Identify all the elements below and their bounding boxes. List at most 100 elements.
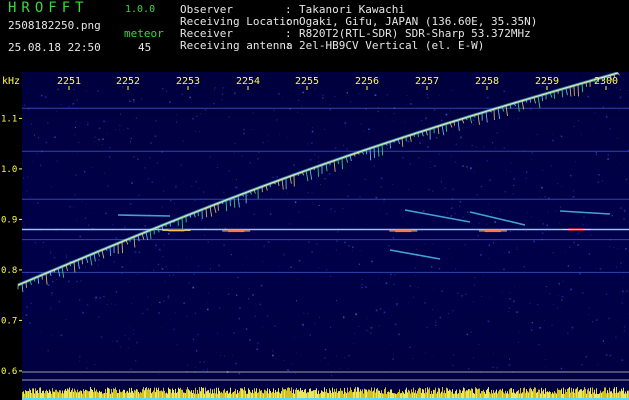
noise-dot: [234, 92, 236, 95]
noise-dot: [78, 360, 80, 362]
level-bar: [330, 390, 331, 398]
noise-dot: [351, 250, 353, 252]
noise-dot: [72, 103, 75, 105]
level-bar: [572, 391, 573, 398]
noise-dot: [139, 245, 140, 246]
noise-dot: [452, 309, 454, 312]
noise-dot: [129, 260, 131, 262]
noise-dot: [606, 293, 608, 295]
level-bar: [314, 390, 315, 398]
noise-dot: [320, 360, 321, 362]
level-bar: [601, 392, 602, 398]
level-bar: [120, 391, 121, 398]
level-bar: [450, 390, 451, 398]
level-bar: [49, 389, 50, 398]
level-bar: [538, 389, 539, 398]
noise-dot: [383, 202, 385, 204]
level-bar: [627, 390, 628, 398]
level-bar: [425, 388, 426, 398]
level-bar: [596, 388, 597, 398]
noise-dot: [303, 312, 305, 314]
noise-dot: [552, 134, 554, 136]
noise-dot: [509, 230, 512, 232]
noise-dot: [508, 251, 510, 253]
level-bar: [189, 390, 190, 398]
level-bar: [206, 391, 207, 398]
noise-dot: [316, 243, 318, 245]
level-bar: [318, 390, 319, 398]
level-bar: [383, 393, 384, 398]
level-bar: [268, 393, 269, 398]
noise-dot: [175, 184, 177, 186]
noise-dot: [32, 160, 34, 162]
noise-dot: [121, 266, 124, 268]
noise-dot: [337, 231, 339, 233]
level-bar: [484, 391, 485, 398]
level-bar: [283, 389, 284, 398]
noise-dot: [84, 217, 87, 219]
noise-dot: [355, 314, 356, 315]
level-bar: [56, 389, 57, 398]
noise-dot: [170, 200, 172, 202]
noise-dot: [273, 109, 275, 111]
noise-dot: [128, 338, 130, 340]
noise-dot: [219, 355, 221, 357]
noise-dot: [65, 319, 67, 320]
noise-dot: [199, 121, 201, 123]
level-bar: [338, 391, 339, 398]
level-bar: [396, 394, 397, 398]
level-bar: [132, 390, 133, 398]
level-bar: [504, 393, 505, 398]
level-bar: [105, 388, 106, 398]
noise-dot: [390, 277, 391, 279]
level-bar: [196, 394, 197, 398]
level-bar: [276, 391, 277, 398]
noise-dot: [55, 231, 57, 233]
noise-dot: [328, 173, 331, 175]
level-bar: [222, 393, 223, 398]
noise-dot: [344, 357, 345, 358]
noise-dot: [597, 364, 598, 366]
level-bar: [403, 392, 404, 398]
noise-dot: [541, 186, 543, 189]
noise-dot: [77, 141, 80, 144]
noise-dot: [379, 308, 382, 310]
level-bar: [460, 390, 461, 398]
level-bar: [591, 394, 592, 398]
level-bar: [617, 392, 618, 398]
noise-dot: [414, 267, 416, 269]
noise-dot: [284, 126, 285, 127]
level-bar: [76, 392, 77, 398]
level-bar: [436, 393, 437, 398]
level-bar: [549, 391, 550, 398]
level-bar: [497, 393, 498, 398]
noise-dot: [474, 284, 475, 286]
level-bar: [523, 388, 524, 398]
noise-dot: [151, 304, 152, 306]
noise-dot: [293, 164, 295, 166]
level-bar: [339, 391, 340, 398]
noise-dot: [532, 307, 534, 308]
noise-dot: [149, 157, 151, 159]
level-bar: [405, 389, 406, 398]
noise-dot: [192, 286, 195, 289]
noise-dot: [175, 186, 177, 188]
noise-dot: [34, 134, 36, 136]
noise-dot: [547, 211, 549, 213]
noise-dot: [599, 268, 602, 270]
noise-dot: [422, 210, 425, 212]
noise-dot: [97, 90, 99, 92]
noise-dot: [436, 137, 438, 139]
noise-dot: [414, 275, 416, 276]
level-bar: [321, 390, 322, 398]
noise-dot: [196, 350, 198, 353]
noise-dot: [278, 93, 280, 95]
noise-dot: [47, 349, 50, 352]
noise-dot: [163, 177, 165, 179]
level-bar: [203, 387, 204, 398]
level-bar: [414, 392, 415, 398]
level-bar: [345, 391, 346, 398]
noise-dot: [128, 281, 130, 283]
level-bar: [112, 392, 113, 398]
noise-dot: [425, 117, 427, 120]
